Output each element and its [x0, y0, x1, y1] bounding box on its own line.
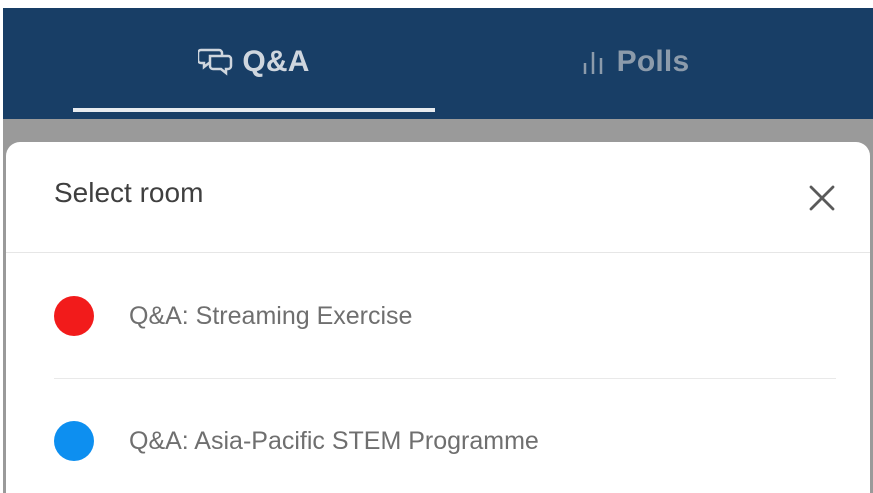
screen-frame: Q&A Polls Select room Q&A: Streaming Exe… — [0, 0, 873, 493]
room-color-dot — [54, 421, 94, 461]
room-item-asia-pacific-stem[interactable]: Q&A: Asia-Pacific STEM Programme — [54, 379, 836, 493]
tab-polls-label: Polls — [616, 45, 690, 78]
room-label: Q&A: Asia-Pacific STEM Programme — [129, 426, 539, 455]
tab-qa-label: Q&A — [242, 45, 310, 78]
modal-title: Select room — [54, 177, 204, 208]
bar-chart-icon — [579, 47, 609, 77]
room-item-streaming-exercise[interactable]: Q&A: Streaming Exercise — [54, 254, 836, 379]
room-label: Q&A: Streaming Exercise — [129, 301, 413, 330]
chat-bubbles-icon — [198, 46, 234, 78]
modal-header: Select room — [6, 142, 870, 253]
select-room-modal: Select room Q&A: Streaming Exercise Q&A: — [6, 142, 870, 493]
close-icon — [804, 180, 840, 216]
tab-polls[interactable]: Polls — [453, 8, 815, 116]
room-color-dot — [54, 296, 94, 336]
close-button[interactable] — [804, 180, 840, 216]
tab-bar: Q&A Polls — [3, 8, 873, 119]
tab-qa[interactable]: Q&A — [73, 8, 435, 116]
app-container: Q&A Polls Select room Q&A: Streaming Exe… — [3, 8, 873, 493]
active-tab-indicator — [73, 108, 435, 112]
